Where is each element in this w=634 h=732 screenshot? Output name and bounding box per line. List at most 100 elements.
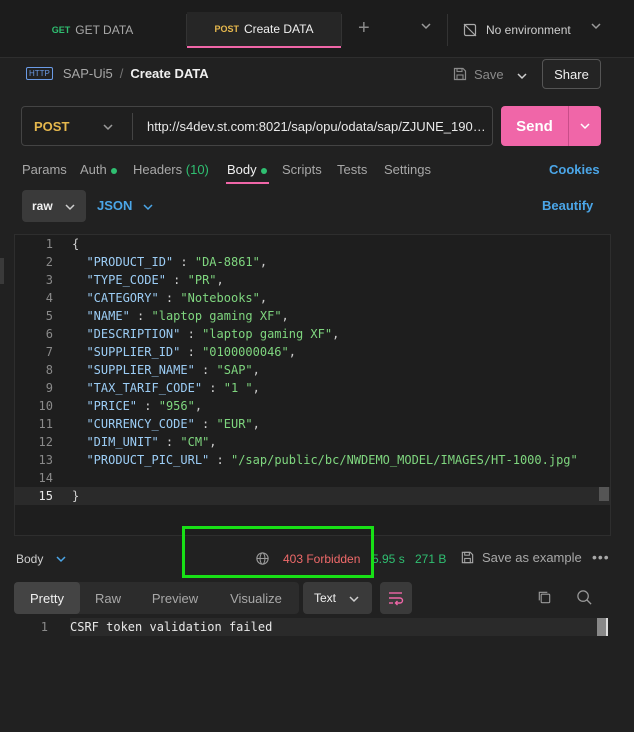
chevron-down-icon[interactable] — [102, 121, 114, 133]
chevron-down-icon[interactable] — [516, 70, 528, 82]
tab-auth[interactable]: Auth — [80, 162, 117, 177]
json-colon: : — [180, 327, 203, 341]
line-number: 1 — [45, 237, 53, 251]
json-key: "PRICE" — [86, 399, 138, 413]
cookies-link[interactable]: Cookies — [549, 162, 600, 177]
tab-body[interactable]: Body — [227, 162, 267, 177]
editor-line[interactable]: 14 — [15, 469, 610, 487]
sidebar-handle[interactable] — [0, 258, 4, 284]
editor-line[interactable]: 12 "DIM_UNIT" : "CM", — [15, 433, 610, 451]
json-key: "DIM_UNIT" — [86, 435, 159, 449]
method-select[interactable]: POST — [34, 119, 69, 134]
add-tab-icon[interactable]: + — [358, 18, 370, 38]
editor-line[interactable]: 3 "TYPE_CODE" : "PR", — [15, 271, 610, 289]
editor-line[interactable]: 4 "CATEGORY" : "Notebooks", — [15, 289, 610, 307]
line-number: 2 — [45, 255, 53, 269]
request-body-editor[interactable]: 1{2 "PRODUCT_ID" : "DA-8861", 3 "TYPE_COD… — [14, 234, 611, 536]
copy-icon[interactable] — [536, 589, 553, 606]
response-text[interactable]: CSRF token validation failed — [70, 618, 600, 636]
tab-params[interactable]: Params — [22, 162, 67, 177]
tab-label: GET DATA — [75, 23, 134, 37]
code-text: "TAX_TARIF_CODE" : "1 ", — [72, 381, 259, 395]
editor-line[interactable]: 9 "TAX_TARIF_CODE" : "1 ", — [15, 379, 610, 397]
tab-tests[interactable]: Tests — [337, 162, 367, 177]
save-button[interactable]: Save — [452, 66, 504, 82]
request-title[interactable]: Create DATA — [130, 66, 208, 81]
line-number: 6 — [45, 327, 53, 341]
send-button[interactable]: Send — [501, 106, 568, 146]
tab-settings[interactable]: Settings — [384, 162, 431, 177]
breadcrumb-collection[interactable]: SAP-Ui5 — [63, 66, 113, 81]
editor-line[interactable]: 1{ — [15, 235, 610, 253]
chevron-down-icon[interactable] — [348, 593, 360, 605]
json-comma: , — [288, 345, 296, 359]
response-section-select[interactable]: Body — [16, 552, 67, 566]
json-colon: : — [180, 345, 203, 359]
code-text: "DIM_UNIT" : "CM", — [72, 435, 217, 449]
line-number: 14 — [38, 471, 53, 485]
json-key: "TYPE_CODE" — [86, 273, 166, 287]
body-mode-select[interactable]: raw — [22, 190, 86, 222]
code-text: "CURRENCY_CODE" : "EUR", — [72, 417, 260, 431]
view-tab-raw[interactable]: Raw — [80, 582, 136, 614]
code-text: "TYPE_CODE" : "PR", — [72, 273, 223, 287]
view-tab-visualize[interactable]: Visualize — [216, 582, 296, 614]
json-value: "EUR" — [216, 417, 253, 431]
response-format-select[interactable]: Text — [303, 582, 372, 614]
tab-create-data[interactable]: POST Create DATA — [187, 12, 341, 48]
tab-label: Create DATA — [243, 22, 314, 36]
json-key: "CATEGORY" — [86, 291, 159, 305]
view-tab-preview[interactable]: Preview — [138, 582, 212, 614]
code-text: "SUPPLIER_ID" : "0100000046", — [72, 345, 296, 359]
url-input[interactable]: http://s4dev.st.com:8021/sap/opu/odata/s… — [147, 119, 489, 134]
json-comma: , — [209, 435, 217, 449]
chevron-down-icon[interactable] — [420, 20, 432, 32]
url-bar: POST http://s4dev.st.com:8021/sap/opu/od… — [21, 106, 493, 146]
chevron-down-icon[interactable] — [64, 201, 76, 213]
editor-line[interactable]: 2 "PRODUCT_ID" : "DA-8861", — [15, 253, 610, 271]
beautify-button[interactable]: Beautify — [542, 198, 593, 213]
json-value: "1 " — [223, 381, 253, 395]
wrap-lines-button[interactable] — [380, 582, 412, 614]
line-number: 11 — [38, 417, 53, 431]
share-button[interactable]: Share — [542, 59, 601, 89]
editor-line[interactable]: 6 "DESCRIPTION" : "laptop gaming XF", — [15, 325, 610, 343]
json-colon: : — [158, 435, 181, 449]
response-size[interactable]: 271 B — [415, 552, 446, 566]
body-language-select[interactable]: JSON — [97, 198, 132, 213]
editor-line[interactable]: 5 "NAME" : "laptop gaming XF", — [15, 307, 610, 325]
tab-scripts[interactable]: Scripts — [282, 162, 322, 177]
save-as-example-label: Save as example — [482, 550, 582, 565]
divider — [132, 113, 133, 140]
json-value: "/sap/public/bc/NWDEMO_MODEL/IMAGES/HT-1… — [230, 453, 578, 467]
json-key: "SUPPLIER_NAME" — [86, 363, 195, 377]
tab-headers[interactable]: Headers (10) — [133, 162, 209, 177]
chevron-down-icon[interactable] — [579, 120, 591, 132]
json-colon: : — [165, 273, 188, 287]
chevron-down-icon[interactable] — [590, 20, 602, 32]
editor-scrollbar[interactable] — [599, 487, 609, 501]
response-line: 1 CSRF token validation failed — [14, 618, 611, 636]
save-as-example-button[interactable]: Save as example — [460, 550, 582, 565]
search-icon[interactable] — [576, 589, 593, 606]
editor-line[interactable]: 15} — [15, 487, 610, 505]
view-tab-pretty[interactable]: Pretty — [14, 582, 80, 614]
response-scrollbar-edge — [606, 618, 608, 636]
editor-line[interactable]: 8 "SUPPLIER_NAME" : "SAP", — [15, 361, 610, 379]
line-number: 1 — [40, 620, 48, 634]
response-time[interactable]: 5.95 s — [372, 552, 405, 566]
tab-get-data[interactable]: GET GET DATA — [0, 12, 185, 48]
editor-line[interactable]: 13 "PRODUCT_PIC_URL" : "/sap/public/bc/N… — [15, 451, 610, 469]
more-options-icon[interactable]: ••• — [592, 549, 610, 565]
response-section-label: Body — [16, 552, 44, 566]
json-colon: : — [129, 309, 152, 323]
line-number: 4 — [45, 291, 53, 305]
editor-line[interactable]: 7 "SUPPLIER_ID" : "0100000046", — [15, 343, 610, 361]
json-comma: , — [252, 417, 260, 431]
json-value: "956" — [158, 399, 195, 413]
editor-line[interactable]: 11 "CURRENCY_CODE" : "EUR", — [15, 415, 610, 433]
line-number: 15 — [38, 489, 53, 503]
chevron-down-icon[interactable] — [142, 201, 154, 213]
editor-line[interactable]: 10 "PRICE" : "956", — [15, 397, 610, 415]
